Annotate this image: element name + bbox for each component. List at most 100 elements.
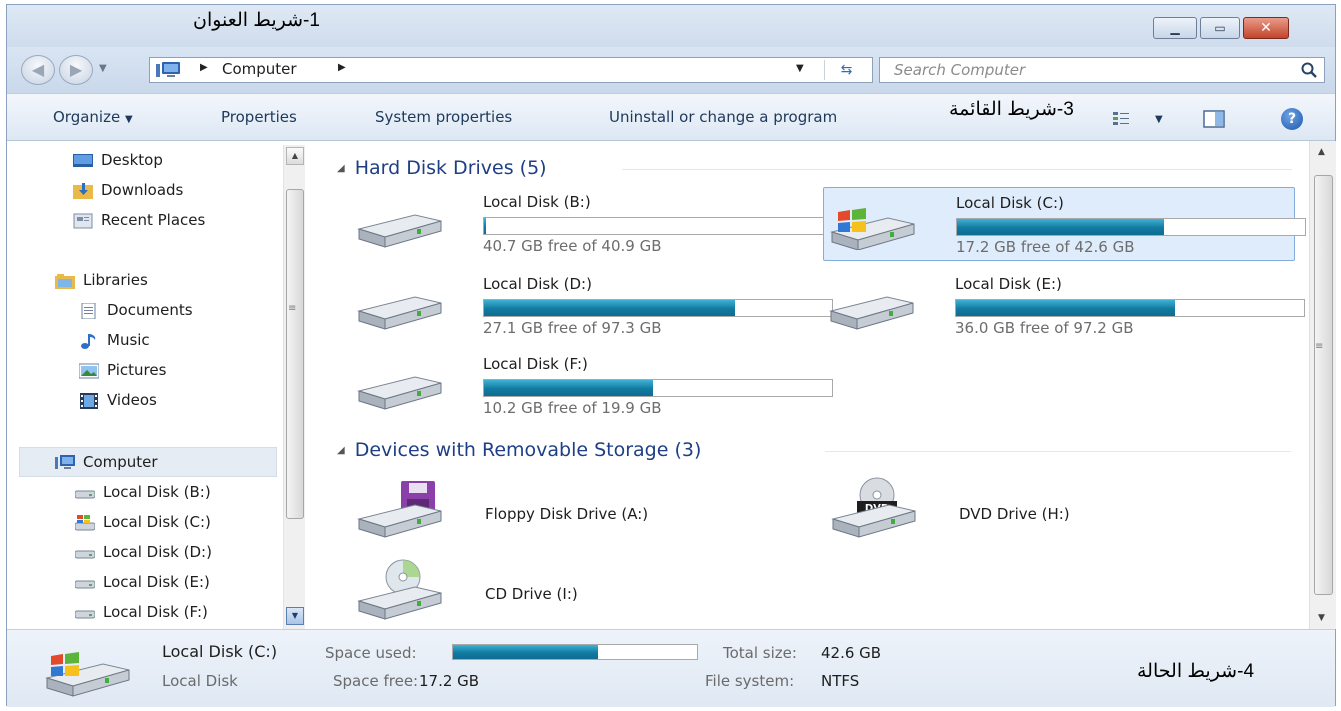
computer-icon [55, 455, 75, 469]
details-drive-type: Local Disk [162, 672, 238, 690]
hard-disk-group-header[interactable]: ◢ Hard Disk Drives (5) [337, 157, 547, 179]
music-icon [81, 334, 96, 349]
total-size-label: Total size: [723, 644, 797, 662]
explorer-window: 1-شريط العنوان ▁ ▭ ✕ ◀ ▶ ▼ ▶ Computer ▶ … [6, 4, 1336, 707]
floppy-drive-icon [357, 481, 442, 538]
organize-menu[interactable]: Organize ▼ [53, 108, 133, 126]
collapse-triangle-icon[interactable]: ◢ [337, 445, 345, 456]
computer-icon [156, 62, 180, 77]
drive-usage-bar [955, 299, 1305, 317]
nav-item-label: Desktop [101, 151, 163, 169]
navigation-scrollbar[interactable]: ▲ ≡ ▼ [283, 145, 305, 629]
help-icon[interactable]: ? [1281, 108, 1303, 130]
group-title: Devices with Removable Storage (3) [354, 439, 702, 461]
removable-group-header[interactable]: ◢ Devices with Removable Storage (3) [337, 439, 701, 461]
hard-drive-icon [75, 490, 95, 499]
forward-button[interactable]: ▶ [59, 55, 93, 85]
minimize-icon: ▁ [1170, 21, 1180, 35]
breadcrumb-computer[interactable]: Computer [222, 60, 297, 78]
search-field[interactable]: Search Computer [879, 57, 1325, 83]
minimize-button[interactable]: ▁ [1153, 17, 1197, 39]
nav-item-label: Downloads [101, 181, 184, 199]
drive-usage-fill [957, 219, 1165, 235]
details-drive-name: Local Disk (C:) [162, 642, 278, 661]
scroll-up-icon[interactable]: ▲ [1318, 147, 1325, 157]
space-used-fill [453, 645, 599, 659]
search-input[interactable]: Search Computer [894, 61, 1025, 79]
preview-pane-icon[interactable] [1203, 110, 1225, 128]
group-divider [622, 169, 1292, 170]
maximize-icon: ▭ [1214, 21, 1226, 35]
back-button[interactable]: ◀ [21, 55, 55, 85]
drive-free-space: 17.2 GB free of 42.6 GB [956, 238, 1135, 256]
space-used-label: Space used: [325, 644, 417, 662]
uninstall-program-button[interactable]: Uninstall or change a program [609, 108, 837, 126]
address-history-dropdown-icon[interactable]: ▼ [796, 63, 804, 74]
recent-pages-dropdown-icon[interactable]: ▼ [99, 63, 107, 74]
refresh-icon: ⇆ [840, 62, 853, 78]
drive-free-space: 27.1 GB free of 97.3 GB [483, 319, 662, 337]
nav-item-label: Libraries [83, 271, 148, 289]
device-tile-dvd[interactable]: DVD DVD Drive (H:) [825, 477, 1265, 557]
scroll-down-icon[interactable]: ▼ [1318, 613, 1325, 623]
content-scrollbar[interactable]: ▲ ≡ ▼ [1309, 141, 1336, 629]
nav-item-label: Documents [107, 301, 193, 319]
change-view-icon[interactable] [1113, 112, 1129, 126]
device-name: Floppy Disk Drive (A:) [485, 505, 649, 523]
hard-drive-icon [75, 580, 95, 589]
hard-drive-icon [75, 610, 95, 619]
drive-tile-b[interactable]: Local Disk (B:) 40.7 GB free of 40.9 GB [351, 187, 833, 261]
downloads-folder-icon [73, 183, 93, 199]
system-properties-button[interactable]: System properties [375, 108, 512, 126]
status-bar-annotation: 4-شريط الحالة [1137, 661, 1255, 682]
drive-usage-fill [956, 300, 1176, 316]
navigation-pane: Desktop Downloads Recent Places Librarie… [7, 141, 317, 629]
device-tile-floppy[interactable]: Floppy Disk Drive (A:) [351, 477, 791, 557]
scroll-thumb[interactable] [286, 189, 304, 519]
breadcrumb-arrow-icon[interactable]: ▶ [338, 62, 346, 73]
drive-name: Local Disk (E:) [955, 275, 1062, 293]
nav-item-label: Local Disk (F:) [103, 603, 208, 621]
refresh-button[interactable]: ⇆ [824, 60, 868, 80]
hard-drive-icon [829, 296, 914, 330]
close-button[interactable]: ✕ [1243, 17, 1289, 39]
view-options-dropdown-icon[interactable]: ▼ [1155, 114, 1163, 125]
drive-free-space: 10.2 GB free of 19.9 GB [483, 399, 662, 417]
properties-button[interactable]: Properties [221, 108, 297, 126]
drive-usage-fill [484, 218, 486, 234]
search-icon[interactable] [1300, 61, 1318, 79]
nav-item-label: Computer [83, 453, 158, 471]
nav-item-label: Local Disk (D:) [103, 543, 212, 561]
documents-icon [81, 303, 96, 319]
drive-tile-d[interactable]: Local Disk (D:) 27.1 GB free of 97.3 GB [351, 269, 833, 343]
device-tile-cd[interactable]: CD Drive (I:) [351, 557, 791, 637]
scroll-thumb[interactable] [1314, 175, 1333, 595]
breadcrumb-arrow-icon[interactable]: ▶ [200, 62, 208, 73]
maximize-button[interactable]: ▭ [1200, 17, 1240, 39]
drive-tile-c[interactable]: Local Disk (C:) 17.2 GB free of 42.6 GB [823, 187, 1306, 261]
scroll-up-icon[interactable]: ▲ [286, 147, 304, 165]
drive-tile-f[interactable]: Local Disk (F:) 10.2 GB free of 19.9 GB [351, 349, 833, 423]
hard-drive-icon [357, 376, 442, 410]
address-bar[interactable]: ▶ Computer ▶ ▼ ⇆ [149, 57, 873, 83]
close-icon: ✕ [1260, 20, 1272, 36]
nav-item-label: Videos [107, 391, 157, 409]
scroll-down-icon[interactable]: ▼ [286, 607, 304, 625]
drive-usage-bar [483, 217, 833, 235]
drive-usage-bar [483, 299, 833, 317]
drive-tile-e[interactable]: Local Disk (E:) 36.0 GB free of 97.2 GB [823, 269, 1305, 343]
collapse-triangle-icon[interactable]: ◢ [337, 163, 345, 174]
drive-usage-fill [484, 380, 654, 396]
command-bar: Organize ▼ Properties System properties … [7, 93, 1335, 141]
libraries-icon [55, 274, 75, 289]
dvd-drive-icon: DVD [831, 477, 916, 538]
content-area: ◢ Hard Disk Drives (5) Local Disk (B:) 40… [317, 141, 1309, 629]
device-name: DVD Drive (H:) [959, 505, 1070, 523]
grip-icon: ≡ [288, 303, 297, 314]
nav-item-label: Local Disk (B:) [103, 483, 211, 501]
recent-places-icon [73, 213, 93, 229]
group-title: Hard Disk Drives (5) [354, 157, 547, 179]
total-size-value: 42.6 GB [821, 644, 882, 662]
title-bar[interactable]: 1-شريط العنوان ▁ ▭ ✕ [7, 5, 1335, 47]
videos-icon [80, 393, 98, 409]
